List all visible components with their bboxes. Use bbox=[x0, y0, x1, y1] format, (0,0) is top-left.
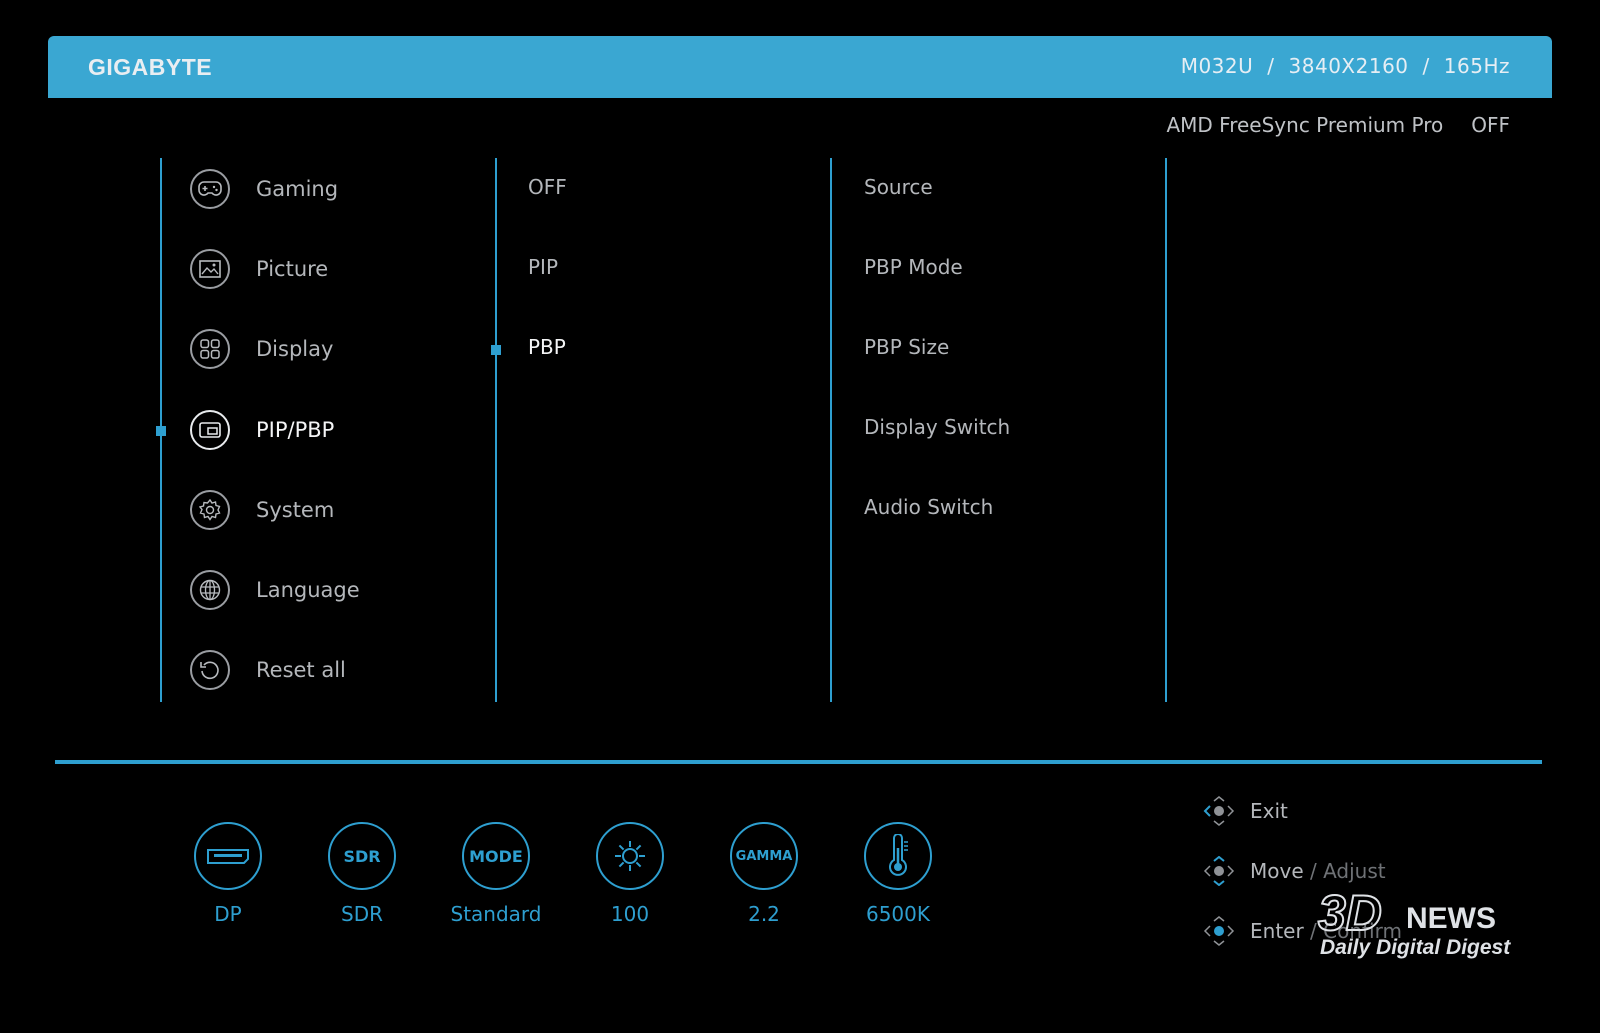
submenu-item-pip[interactable]: PIP bbox=[528, 255, 558, 279]
header-bar: GIGABYTE M032U/3840X2160/165Hz bbox=[48, 36, 1552, 98]
joystick-left-icon bbox=[1203, 796, 1235, 826]
model-info: M032U/3840X2160/165Hz bbox=[1180, 54, 1510, 78]
menu-item-system[interactable]: System bbox=[190, 487, 334, 533]
quick-info-input: DP bbox=[158, 822, 298, 926]
column-divider bbox=[1165, 158, 1167, 702]
display-grid-icon bbox=[190, 329, 230, 369]
option-pbp-mode[interactable]: PBP Mode bbox=[864, 255, 963, 279]
option-source[interactable]: Source bbox=[864, 175, 933, 199]
submenu-item-pbp[interactable]: PBP bbox=[528, 335, 566, 359]
freesync-value: OFF bbox=[1471, 113, 1510, 137]
gamma-icon: GAMMA bbox=[730, 822, 798, 890]
freesync-status: AMD FreeSync Premium Pro OFF bbox=[1166, 113, 1510, 137]
submenu-item-off[interactable]: OFF bbox=[528, 175, 567, 199]
brightness-value: 100 bbox=[610, 902, 650, 926]
dynamic-range-value: SDR bbox=[341, 902, 383, 926]
column-divider bbox=[830, 158, 832, 702]
watermark-logo-3d: 3D bbox=[1317, 885, 1383, 941]
joystick-press-icon bbox=[1203, 916, 1235, 946]
option-audio-switch[interactable]: Audio Switch bbox=[864, 495, 993, 519]
gamepad-icon bbox=[190, 169, 230, 209]
freesync-label: AMD FreeSync Premium Pro bbox=[1166, 113, 1444, 137]
quick-info-brightness: 100 bbox=[560, 822, 700, 926]
sub-menu-selection-marker bbox=[491, 345, 501, 355]
sdr-icon: SDR bbox=[328, 822, 396, 890]
watermark-tagline: Daily Digital Digest bbox=[1320, 936, 1511, 959]
quick-info-color-temperature: 6500K bbox=[828, 822, 968, 926]
menu-item-language[interactable]: Language bbox=[190, 567, 360, 613]
globe-icon bbox=[190, 570, 230, 610]
pip-pbp-icon bbox=[190, 410, 230, 450]
displayport-icon bbox=[194, 822, 262, 890]
gamma-value: 2.2 bbox=[748, 902, 780, 926]
color-temperature-value: 6500K bbox=[865, 902, 930, 926]
mode-icon: MODE bbox=[462, 822, 530, 890]
thermometer-icon bbox=[864, 822, 932, 890]
model-name: M032U bbox=[1180, 54, 1254, 78]
3dnews-watermark: 3D NEWS Daily Digital Digest bbox=[1317, 885, 1558, 968]
brand-logo: GIGABYTE bbox=[88, 54, 213, 80]
quick-info-gamma: GAMMA 2.2 bbox=[694, 822, 834, 926]
resolution: 3840X2160 bbox=[1288, 54, 1409, 78]
menu-item-pip-pbp[interactable]: PIP/PBP bbox=[190, 407, 334, 453]
input-value: DP bbox=[214, 902, 242, 926]
quick-info-mode: MODE Standard bbox=[426, 822, 566, 926]
menu-item-gaming[interactable]: Gaming bbox=[190, 166, 338, 212]
main-menu-selection-marker bbox=[156, 426, 166, 436]
gear-icon bbox=[190, 490, 230, 530]
mode-value: Standard bbox=[450, 902, 542, 926]
watermark-logo-news: NEWS bbox=[1406, 902, 1496, 935]
menu-item-reset-all[interactable]: Reset all bbox=[190, 647, 346, 693]
column-divider bbox=[495, 158, 497, 702]
refresh-rate: 165Hz bbox=[1443, 54, 1510, 78]
reset-icon bbox=[190, 650, 230, 690]
joystick-updown-icon bbox=[1203, 856, 1235, 886]
option-pbp-size[interactable]: PBP Size bbox=[864, 335, 949, 359]
quick-info-dynamic-range: SDR SDR bbox=[292, 822, 432, 926]
help-exit: Exit bbox=[1202, 796, 1288, 826]
menu-item-display[interactable]: Display bbox=[190, 326, 333, 372]
option-display-switch[interactable]: Display Switch bbox=[864, 415, 1010, 439]
brightness-icon bbox=[596, 822, 664, 890]
menu-item-picture[interactable]: Picture bbox=[190, 246, 328, 292]
picture-icon bbox=[190, 249, 230, 289]
footer-divider bbox=[55, 760, 1542, 764]
help-move-adjust: Move / Adjust bbox=[1202, 856, 1386, 886]
